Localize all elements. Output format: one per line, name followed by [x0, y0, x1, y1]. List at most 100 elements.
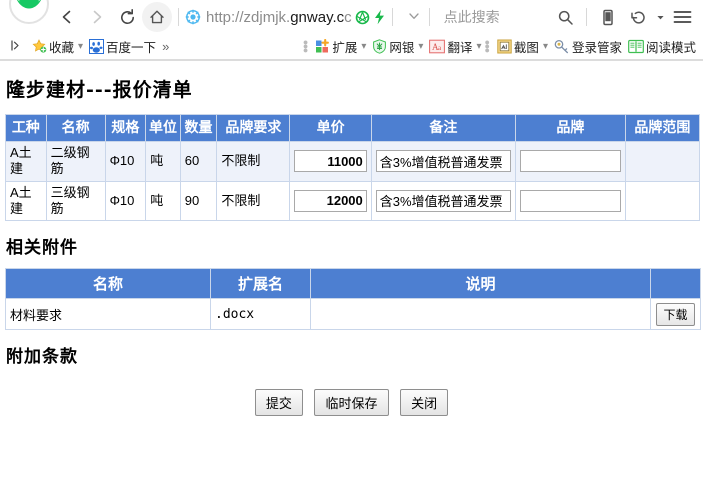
cell-remark	[370, 141, 517, 182]
bookmark-reading-mode[interactable]: 阅读模式	[625, 36, 699, 58]
close-button[interactable]: 关闭	[400, 389, 449, 417]
bank-icon	[372, 39, 387, 54]
attachments-header-row: 名称 扩展名 说明	[5, 268, 701, 300]
screenshot-icon	[497, 39, 512, 54]
cell-brand-scope	[624, 141, 701, 182]
chevron-down-icon[interactable]: ▾	[78, 41, 83, 52]
search-hint-text[interactable]: 点此搜索	[436, 7, 508, 27]
lightning-icon[interactable]	[373, 9, 386, 25]
col-header-brand-req: 品牌要求	[216, 113, 291, 143]
extensions-icon	[315, 39, 330, 54]
browser-toolbar: http://zdjmjk.gnway.cc 点此搜索	[0, 0, 703, 34]
bookmark-screenshot[interactable]: 截图 ▾	[494, 36, 551, 58]
brand-input[interactable]	[520, 189, 621, 212]
chevron-down-icon[interactable]: ▾	[418, 41, 423, 52]
remark-input[interactable]	[375, 150, 512, 173]
col-header-name: 名称	[45, 113, 106, 143]
bookmark-login-manager[interactable]: 登录管家	[551, 36, 625, 58]
col-header-unit: 单位	[145, 113, 181, 143]
history-back-icon[interactable]	[623, 2, 653, 32]
table-row: A土建 三级钢筋 Φ10 吨 90 不限制	[5, 180, 701, 222]
chevron-down-icon[interactable]	[407, 9, 421, 26]
bookmark-extensions[interactable]: 扩展 ▾	[312, 36, 369, 58]
cell-brand-req: 不限制	[216, 141, 291, 182]
price-input[interactable]	[294, 150, 367, 173]
col-header-brand-scope: 品牌范围	[624, 113, 701, 143]
attach-col-desc: 说明	[310, 268, 651, 300]
cell-price	[289, 141, 372, 182]
chevron-down-icon[interactable]: ▾	[476, 41, 481, 52]
forward-button[interactable]	[82, 2, 112, 32]
attach-cell-desc	[310, 298, 651, 331]
col-header-trade: 工种	[5, 113, 47, 143]
page-title: 隆步建材---报价清单	[6, 79, 193, 101]
bookmark-favorites-label: 收藏	[49, 41, 75, 55]
address-bar[interactable]: http://zdjmjk.gnway.cc 点此搜索	[185, 4, 550, 30]
bookmark-bank-label: 网银	[389, 41, 415, 55]
mobile-view-icon[interactable]	[593, 2, 623, 32]
cell-remark	[370, 180, 517, 222]
reload-button[interactable]	[112, 2, 142, 32]
attachments-heading: 相关附件	[6, 238, 78, 259]
browser-logo	[6, 0, 52, 34]
cell-name: 三级钢筋	[45, 180, 106, 222]
attach-cell-name: 材料要求	[5, 298, 211, 331]
bookmark-baidu-label: 百度一下	[106, 41, 157, 55]
cell-unit: 吨	[145, 180, 181, 222]
attach-col-action	[650, 268, 701, 300]
toolbar-grip-2[interactable]: ● ● ●	[484, 38, 489, 55]
bookmark-favorites[interactable]: 收藏 ▾	[29, 36, 86, 58]
attachments-table: 名称 扩展名 说明 材料要求 .docx 下载	[5, 268, 701, 331]
url-domain: gnway.c	[290, 8, 345, 26]
bookmark-reading-mode-label: 阅读模式	[645, 41, 696, 55]
bookmark-translate[interactable]: A a 翻译 ▾	[426, 36, 484, 58]
home-button[interactable]	[142, 2, 172, 32]
chevron-down-icon[interactable]: ▾	[361, 41, 366, 52]
cell-spec: Φ10	[104, 180, 147, 222]
bookmarks-overflow[interactable]: »	[159, 36, 172, 58]
site-info-icon[interactable]	[185, 9, 201, 25]
menu-icon[interactable]	[667, 2, 697, 32]
bookmark-extensions-label: 扩展	[332, 41, 358, 55]
cell-qty: 90	[179, 180, 218, 222]
submit-button[interactable]: 提交	[254, 389, 303, 417]
search-icon[interactable]	[550, 2, 580, 32]
cell-brand-scope	[624, 180, 701, 222]
col-header-price: 单价	[289, 113, 372, 143]
price-input[interactable]	[294, 189, 367, 212]
remark-input[interactable]	[375, 189, 512, 212]
star-icon	[32, 39, 47, 54]
url-divider-2	[428, 8, 430, 26]
attach-col-name: 名称	[5, 268, 211, 300]
col-header-remark: 备注	[370, 113, 517, 143]
brand-input[interactable]	[520, 150, 621, 173]
history-dropdown-icon[interactable]	[653, 2, 667, 32]
download-button[interactable]: 下载	[656, 302, 695, 326]
toolbar-divider	[178, 8, 179, 26]
temp-save-button[interactable]: 临时保存	[314, 389, 389, 417]
url-suffix: c	[344, 8, 352, 26]
cell-spec: Φ10	[104, 141, 147, 182]
browser-chrome: http://zdjmjk.gnway.cc 点此搜索 收藏 ▾ 百度一下 » …	[0, 0, 703, 61]
cell-price	[289, 180, 372, 222]
bookmark-baidu[interactable]: 百度一下	[86, 36, 159, 58]
quote-table: 工种 名称 规格 单位 数量 品牌要求 单价 备注 品牌 品牌范围 A土建 二级…	[5, 113, 701, 222]
bookmarks-expand-icon[interactable]	[10, 39, 23, 55]
bookmark-bank[interactable]: 网银 ▾	[369, 36, 426, 58]
book-icon	[628, 39, 644, 54]
chevron-down-icon[interactable]: ▾	[543, 41, 548, 52]
terms-heading: 附加条款	[6, 347, 78, 368]
baidu-icon	[89, 39, 105, 54]
back-button[interactable]	[52, 2, 82, 32]
url-prefix: http://zdjmjk.	[206, 8, 291, 26]
cell-name: 二级钢筋	[45, 141, 106, 182]
toolbar-divider-2	[586, 8, 587, 26]
bookmark-login-manager-label: 登录管家	[571, 41, 622, 55]
url-text[interactable]: http://zdjmjk.gnway.cc	[206, 9, 352, 26]
key-icon	[554, 39, 570, 54]
cell-unit: 吨	[145, 141, 181, 182]
security-shield-icon[interactable]	[355, 10, 370, 25]
toolbar-grip[interactable]: ● ● ●	[303, 38, 308, 55]
col-header-qty: 数量	[179, 113, 218, 143]
url-divider	[391, 8, 393, 26]
